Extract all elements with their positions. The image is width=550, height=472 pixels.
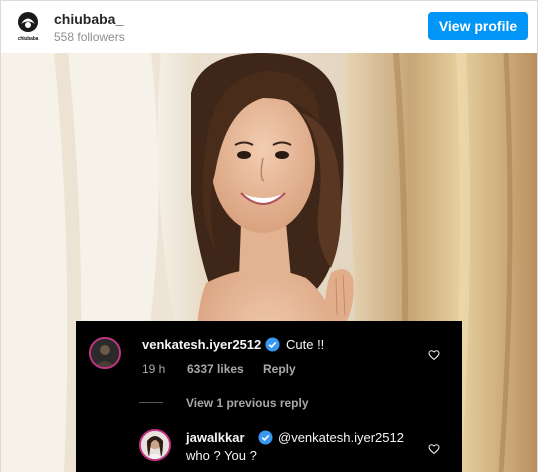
profile-username[interactable]: chiubaba_ xyxy=(54,11,123,27)
instagram-embed-card: chiubaba chiubaba_ 558 followers View pr… xyxy=(0,0,538,472)
like-heart-icon[interactable] xyxy=(428,443,440,455)
reply-text: who ? You ? xyxy=(186,448,257,463)
verified-badge-icon xyxy=(258,430,273,445)
reply-button[interactable]: Reply xyxy=(263,362,296,376)
verified-badge-icon xyxy=(265,337,280,352)
comment-username[interactable]: venkatesh.iyer2512 xyxy=(142,337,261,352)
avatar-logo-icon xyxy=(18,12,38,32)
profile-avatar[interactable] xyxy=(15,10,41,36)
comment-time: 19 h xyxy=(142,362,166,376)
divider-line xyxy=(139,402,163,403)
comment-overlay: venkatesh.iyer2512 Cute !! 19 h 6337 lik… xyxy=(76,321,462,472)
commenter-avatar-jawalkkar[interactable] xyxy=(139,429,171,461)
post-header: chiubaba chiubaba_ 558 followers View pr… xyxy=(1,1,537,53)
person-silhouette-icon xyxy=(91,339,119,367)
comment-likes[interactable]: 6337 likes xyxy=(187,362,244,376)
view-profile-button[interactable]: View profile xyxy=(428,12,528,40)
avatar-caption: chiubaba xyxy=(17,36,39,42)
comment-text: Cute !! xyxy=(286,337,325,352)
reply-username[interactable]: jawalkkar xyxy=(186,430,245,445)
follower-count: 558 followers xyxy=(54,30,125,44)
commenter-avatar-venkatesh[interactable] xyxy=(89,337,121,369)
person-photo-icon xyxy=(141,431,169,459)
like-heart-icon[interactable] xyxy=(428,349,440,361)
reply-mention[interactable]: @venkatesh.iyer2512 xyxy=(278,430,404,445)
view-previous-replies[interactable]: View 1 previous reply xyxy=(186,396,309,410)
